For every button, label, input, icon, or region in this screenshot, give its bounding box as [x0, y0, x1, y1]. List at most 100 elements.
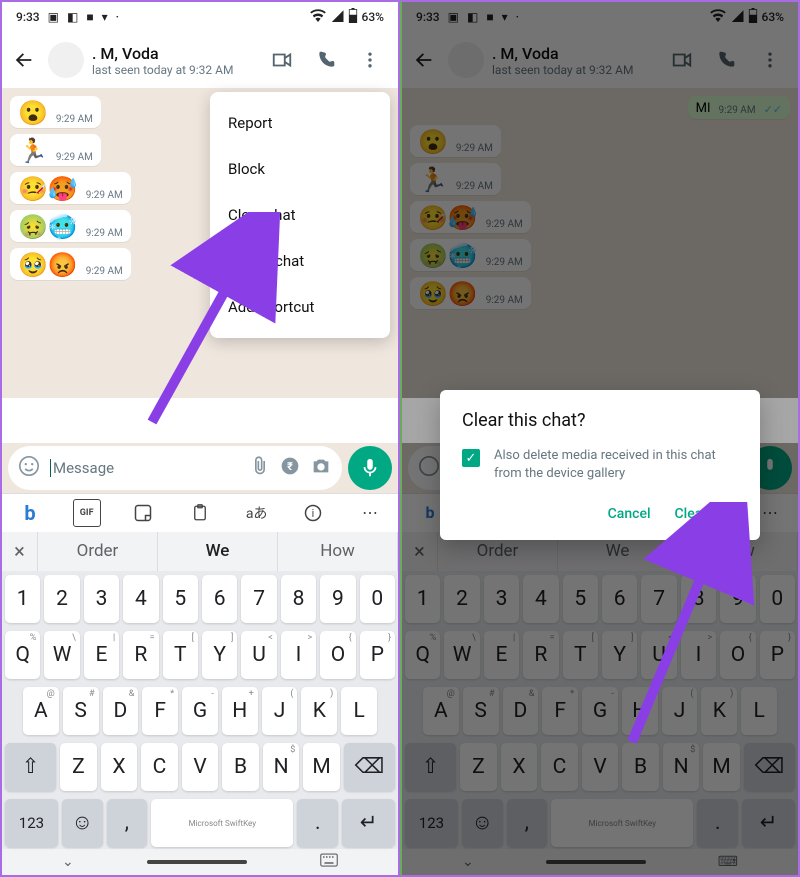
period-key[interactable]: . [297, 799, 338, 847]
bing-icon[interactable]: b [16, 499, 44, 527]
key-q[interactable]: Q% [5, 631, 40, 679]
key-l[interactable]: L [341, 687, 377, 735]
key-d[interactable]: D& [103, 687, 139, 735]
key-f[interactable]: F* [142, 687, 178, 735]
contact-info[interactable]: . M, Voda last seen today at 9:32 AM [92, 44, 256, 77]
key-a[interactable]: A@ [23, 687, 59, 735]
svg-text:i: i [312, 507, 315, 520]
message-in[interactable]: 🥹😡9:29 AM [10, 248, 131, 280]
key-e[interactable]: E| [84, 631, 119, 679]
overflow-menu-button[interactable] [352, 42, 388, 78]
mic-button[interactable] [348, 446, 392, 490]
message-in[interactable]: 🤒🥵9:29 AM [10, 172, 131, 204]
message-input[interactable]: Message ₹ [8, 446, 342, 490]
key-p[interactable]: P} [360, 631, 395, 679]
key-s[interactable]: S# [63, 687, 99, 735]
key-v[interactable]: V [182, 743, 219, 791]
key-b[interactable]: B [222, 743, 259, 791]
key-i[interactable]: I> [281, 631, 316, 679]
dialog-title: Clear this chat? [462, 410, 738, 431]
key-m[interactable]: M [303, 743, 340, 791]
key-u[interactable]: U< [241, 631, 276, 679]
clear-chat-dialog: Clear this chat? ✓ Also delete media rec… [440, 390, 760, 540]
key-g[interactable]: G- [182, 687, 218, 735]
home-indicator[interactable] [147, 860, 247, 864]
key-z[interactable]: Z [60, 743, 97, 791]
key-6[interactable]: 6 [202, 575, 237, 623]
battery-pct: 63% [362, 10, 384, 24]
message-in[interactable]: 🏃9:29 AM [10, 134, 101, 166]
backspace-key[interactable]: ⌫ [344, 743, 395, 791]
key-1[interactable]: 1 [5, 575, 40, 623]
key-7[interactable]: 7 [241, 575, 276, 623]
status-icon: ▾ [102, 10, 108, 24]
translate-icon[interactable]: aあ [243, 499, 271, 527]
clear-chat-button[interactable]: Clear chat [675, 506, 738, 522]
voice-call-button[interactable] [308, 42, 344, 78]
menu-item-add-shortcut[interactable]: Add shortcut [210, 284, 390, 330]
key-2[interactable]: 2 [44, 575, 79, 623]
key-3[interactable]: 3 [84, 575, 119, 623]
key-5[interactable]: 5 [163, 575, 198, 623]
contact-name: . M, Voda [92, 44, 256, 63]
clipboard-icon[interactable] [186, 499, 214, 527]
menu-item-export-chat[interactable]: Export chat [210, 238, 390, 284]
checkbox-checked-icon[interactable]: ✓ [462, 449, 480, 467]
camera-icon[interactable] [310, 455, 332, 481]
key-x[interactable]: X [101, 743, 138, 791]
gif-icon[interactable]: GIF [73, 499, 101, 527]
sticker-icon[interactable] [129, 499, 157, 527]
menu-item-block[interactable]: Block [210, 146, 390, 192]
shift-key[interactable]: ⇧ [5, 743, 56, 791]
key-h[interactable]: H+ [222, 687, 258, 735]
attach-icon[interactable] [250, 456, 270, 480]
zxcv-row: ⇧ZXCVBN$M⌫ [5, 743, 395, 791]
back-button[interactable] [8, 44, 40, 76]
status-icon: ▣ [48, 10, 59, 24]
key-r[interactable]: R= [123, 631, 158, 679]
enter-key[interactable]: ↵ [342, 799, 395, 847]
message-in[interactable]: 😮9:29 AM [10, 96, 101, 128]
key-o[interactable]: O{ [320, 631, 355, 679]
video-call-button[interactable] [264, 42, 300, 78]
keyboard-switch-icon[interactable] [320, 853, 338, 871]
keyboard-suggestions: × Order We How [2, 532, 398, 571]
dismiss-suggestion[interactable]: × [2, 532, 38, 571]
emoji-key[interactable]: ☺ [62, 799, 103, 847]
keyboard-collapse-icon[interactable]: ⌄ [62, 854, 74, 870]
key-n[interactable]: N$ [263, 743, 300, 791]
key-t[interactable]: T[ [163, 631, 198, 679]
info-icon[interactable]: i [299, 499, 327, 527]
emoji-icon[interactable] [18, 455, 40, 481]
suggestion[interactable]: We [158, 532, 278, 571]
key-y[interactable]: Y] [202, 631, 237, 679]
space-key[interactable]: Microsoft SwiftKey [151, 799, 293, 847]
number-row: 1234567890 [5, 575, 395, 623]
message-placeholder: Message [50, 459, 240, 477]
key-j[interactable]: J( [262, 687, 298, 735]
key-k[interactable]: K) [301, 687, 337, 735]
key-9[interactable]: 9 [320, 575, 355, 623]
status-icon: ■ [86, 10, 93, 24]
suggestion[interactable]: How [278, 532, 398, 571]
suggestion[interactable]: Order [38, 532, 158, 571]
checkbox-label: Also delete media received in this chat … [494, 447, 738, 482]
cancel-button[interactable]: Cancel [608, 506, 651, 522]
menu-item-clear-chat[interactable]: Clear chat [210, 192, 390, 238]
key-4[interactable]: 4 [123, 575, 158, 623]
message-in[interactable]: 🤢🥶9:29 AM [10, 210, 131, 242]
key-w[interactable]: W\ [44, 631, 79, 679]
key-0[interactable]: 0 [360, 575, 395, 623]
menu-item-report[interactable]: Report [210, 100, 390, 146]
comma-key[interactable]: , [107, 799, 148, 847]
key-8[interactable]: 8 [281, 575, 316, 623]
more-icon[interactable]: ⋯ [356, 499, 384, 527]
signal-icon [330, 9, 344, 25]
dialog-checkbox-row[interactable]: ✓ Also delete media received in this cha… [462, 447, 738, 482]
keyboard-toolbar: b GIF aあ i ⋯ [2, 493, 398, 532]
rupee-icon[interactable]: ₹ [280, 456, 300, 480]
battery-icon [348, 8, 358, 26]
contact-avatar[interactable] [48, 42, 84, 78]
numbers-key[interactable]: 123 [5, 799, 58, 847]
key-c[interactable]: C [141, 743, 178, 791]
